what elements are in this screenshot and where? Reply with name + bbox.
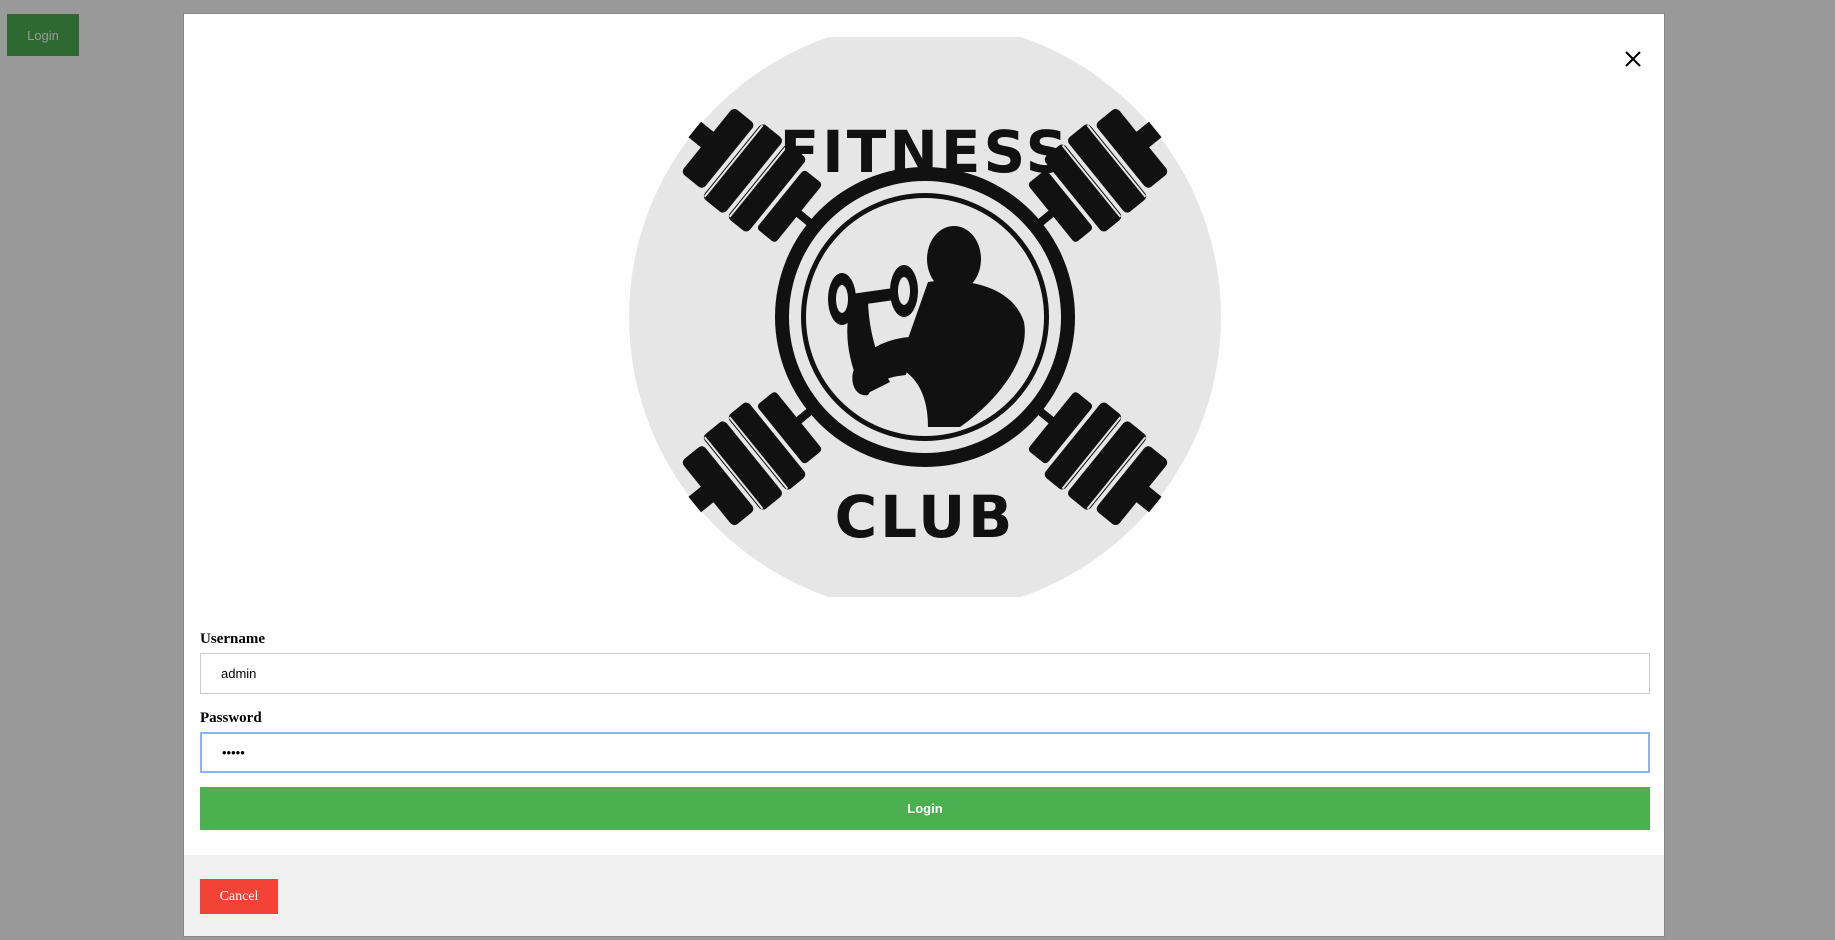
username-label: Username [200, 631, 265, 647]
modal-footer: Cancel [184, 855, 1664, 936]
logo-subtitle-text: CLUB [835, 483, 1016, 551]
logo-title-text: FITNESS [780, 118, 1071, 186]
close-icon [1625, 51, 1641, 67]
fitness-club-logo: FITNESS CLUB [628, 21, 1222, 613]
login-submit-button[interactable]: Login [200, 787, 1650, 830]
password-input[interactable] [200, 732, 1650, 773]
login-form: Username Password Login [200, 629, 1650, 830]
username-input[interactable] [200, 653, 1650, 694]
password-label: Password [200, 710, 262, 726]
login-modal: FITNESS CLUB Username Password Login Can… [183, 13, 1665, 937]
cancel-button[interactable]: Cancel [200, 879, 278, 914]
close-button[interactable] [1618, 44, 1648, 74]
